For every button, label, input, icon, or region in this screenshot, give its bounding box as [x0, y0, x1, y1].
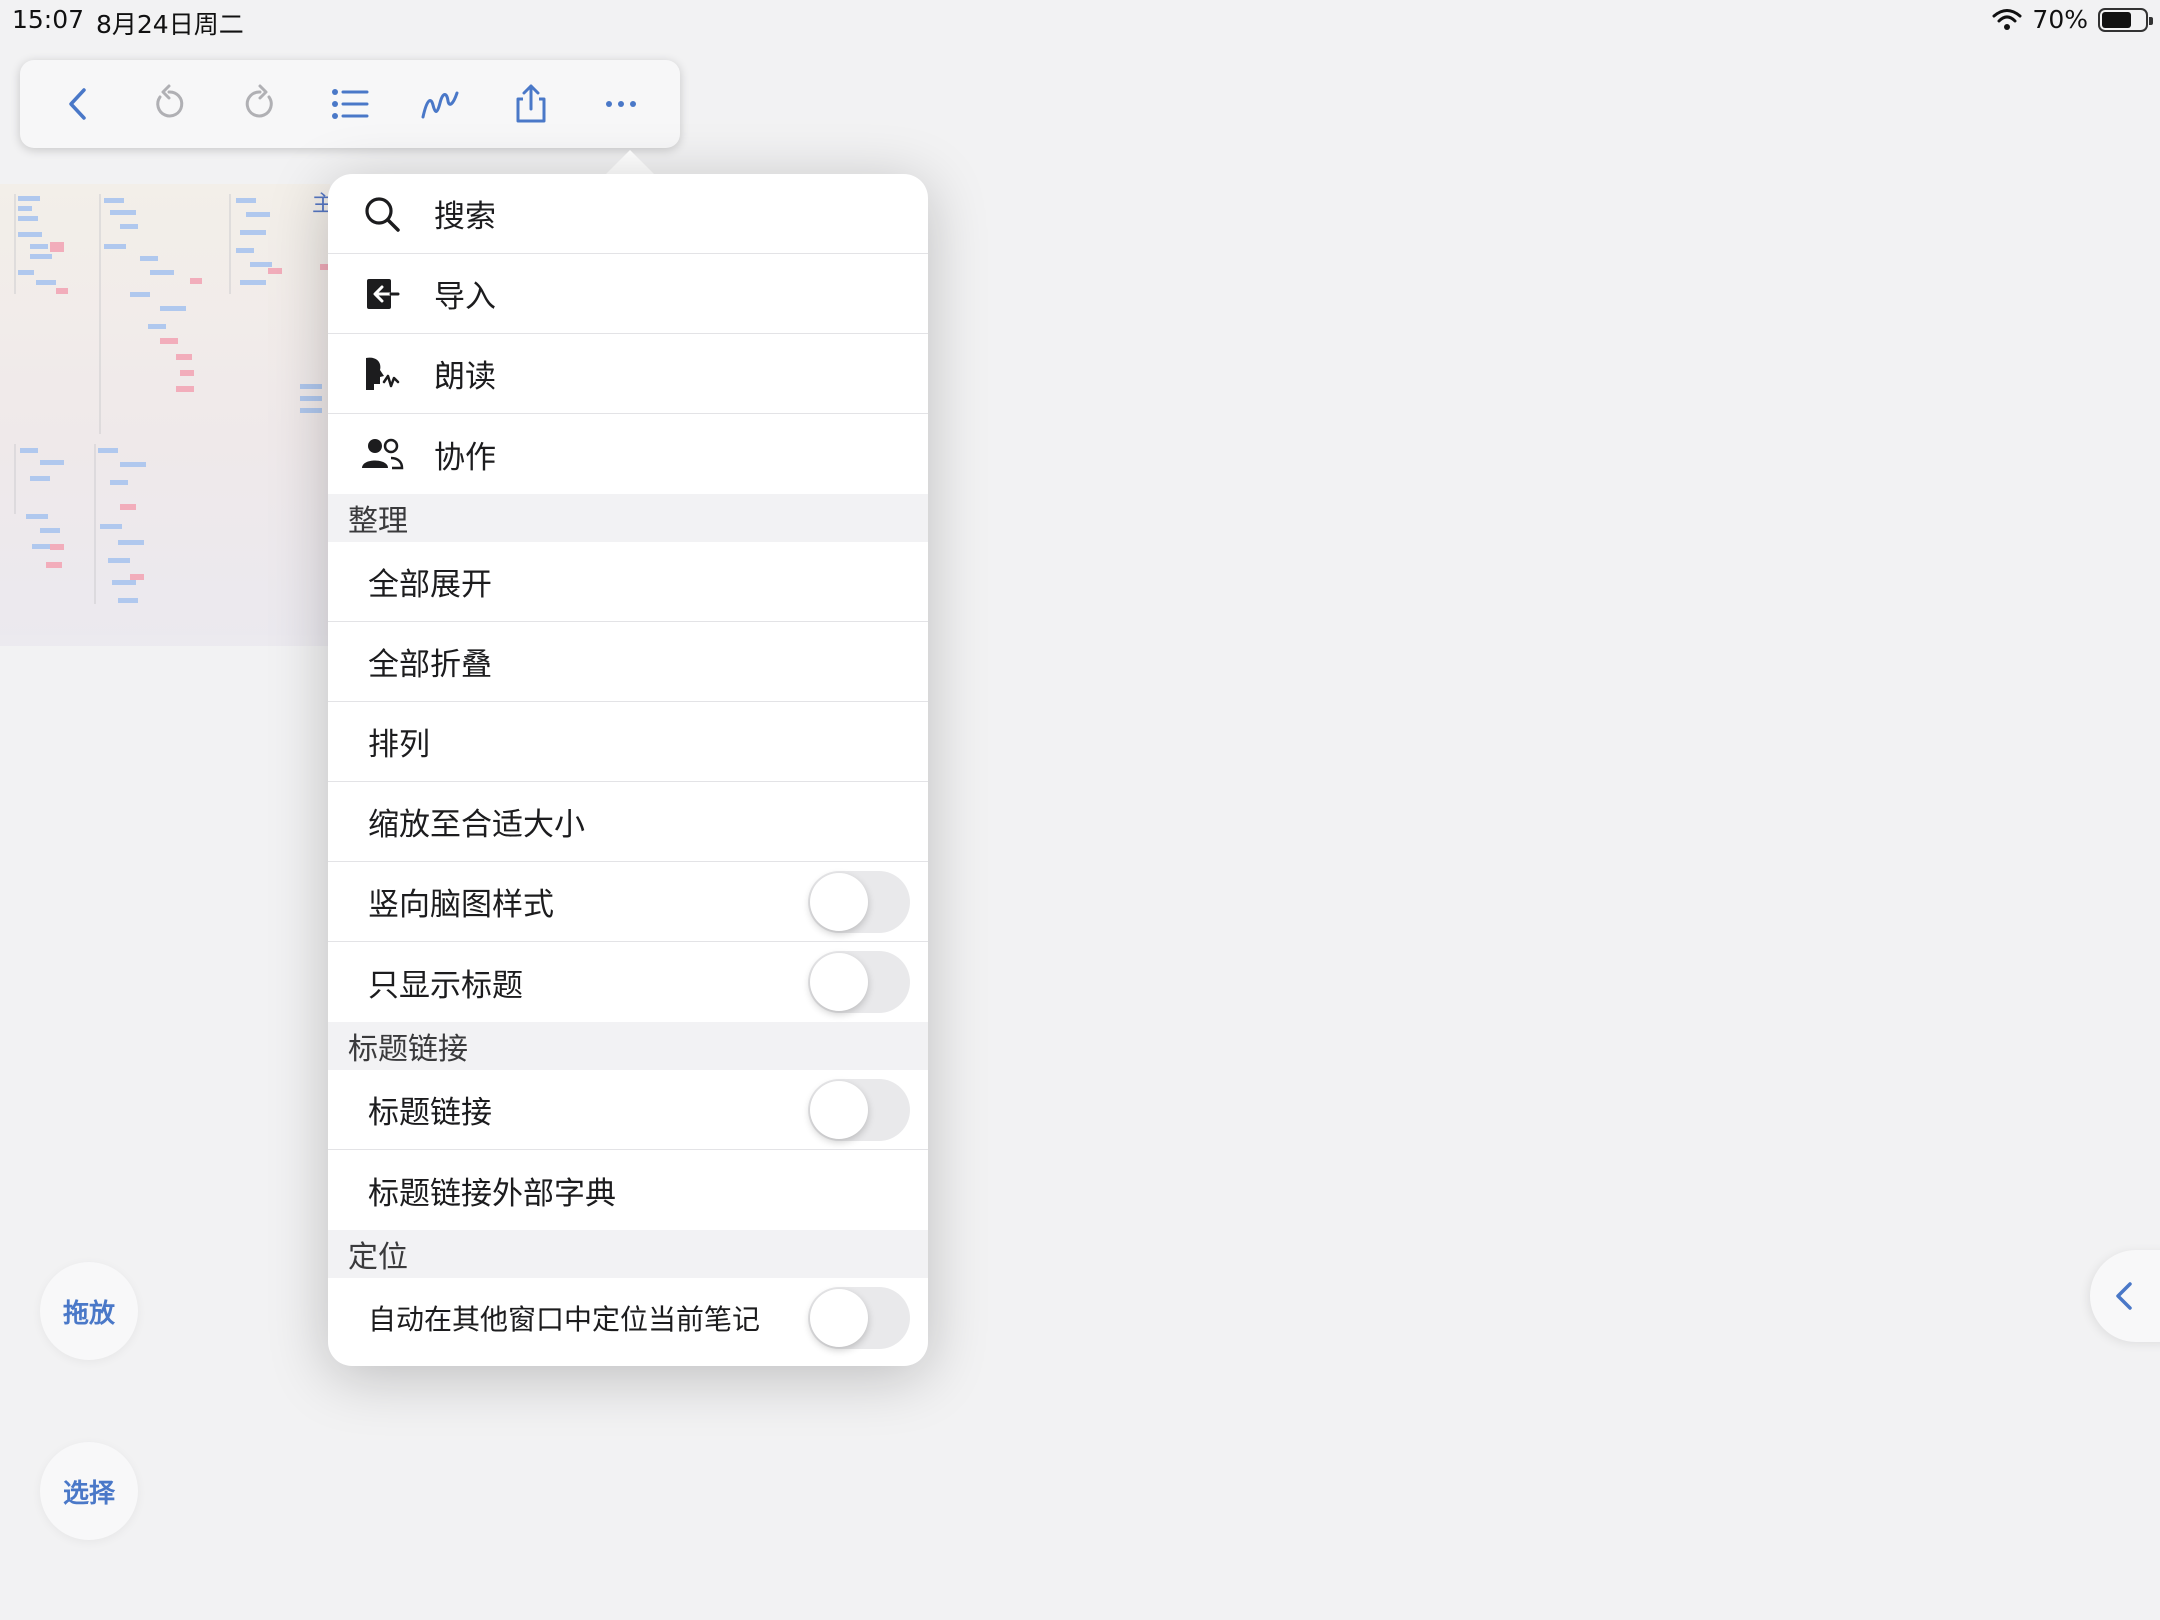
share-button[interactable]	[496, 69, 566, 139]
top-toolbar	[20, 60, 680, 148]
undo-button[interactable]	[134, 69, 204, 139]
outline-list-icon	[331, 89, 369, 119]
status-right: 70%	[1992, 5, 2153, 34]
status-time: 15:07	[12, 5, 85, 34]
battery-percent: 70%	[2032, 5, 2088, 34]
status-date: 8月24日周二	[96, 10, 244, 39]
menu-item-read-aloud[interactable]: 朗读	[328, 334, 928, 414]
menu-item-label: 标题链接	[368, 1095, 492, 1131]
titles-only-toggle[interactable]	[808, 951, 910, 1013]
redo-icon	[245, 84, 273, 118]
drag-drop-button[interactable]: 拖放	[40, 1262, 138, 1360]
mindmap-preview	[14, 194, 330, 604]
menu-item-collapse-all[interactable]: 全部折叠	[328, 622, 928, 702]
status-bar: 15:07 8月24日周二 70%	[0, 0, 2160, 40]
battery-fill	[2102, 11, 2132, 28]
read-aloud-icon	[360, 352, 404, 396]
collaborate-icon	[360, 432, 404, 476]
menu-item-titles-only: 只显示标题	[328, 942, 928, 1022]
select-button[interactable]: 选择	[40, 1442, 138, 1540]
import-icon	[360, 272, 404, 316]
menu-item-arrange[interactable]: 排列	[328, 702, 928, 782]
menu-item-label: 全部展开	[368, 567, 492, 603]
chevron-left-icon	[2116, 1282, 2132, 1310]
pen-icon	[421, 91, 459, 119]
menu-item-vertical-style: 竖向脑图样式	[328, 862, 928, 942]
vertical-style-toggle[interactable]	[808, 870, 910, 933]
menu-item-label: 全部折叠	[368, 647, 492, 683]
more-icon	[605, 101, 636, 107]
more-menu-popover: 搜索 导入 朗读 协作 整理 全部展开 全部折叠 排列 缩放至合适大小 竖向脑图…	[328, 174, 928, 1366]
menu-item-import[interactable]: 导入	[328, 254, 928, 334]
section-header-locate: 定位	[328, 1230, 928, 1278]
select-label: 选择	[62, 1478, 115, 1509]
menu-item-zoom-to-fit[interactable]: 缩放至合适大小	[328, 782, 928, 862]
undo-icon	[156, 84, 184, 118]
back-button[interactable]	[44, 69, 114, 139]
wifi-icon	[1992, 8, 2022, 30]
side-panel-toggle[interactable]	[2090, 1250, 2160, 1342]
menu-item-label: 竖向脑图样式	[368, 887, 554, 923]
share-icon	[516, 84, 546, 123]
menu-item-expand-all[interactable]: 全部展开	[328, 542, 928, 622]
menu-item-title-link: 标题链接	[328, 1070, 928, 1150]
menu-item-external-dictionary[interactable]: 标题链接外部字典	[328, 1150, 928, 1230]
menu-item-label: 导入	[434, 279, 496, 315]
menu-item-label: 只显示标题	[368, 967, 523, 1004]
menu-item-label: 搜索	[434, 199, 496, 235]
outline-button[interactable]	[315, 69, 385, 139]
menu-item-auto-locate: 自动在其他窗口中定位当前笔记	[328, 1278, 928, 1358]
search-icon	[360, 192, 404, 236]
menu-item-search[interactable]: 搜索	[328, 174, 928, 254]
section-header-organize: 整理	[328, 494, 928, 542]
drag-drop-label: 拖放	[62, 1298, 115, 1329]
menu-item-label: 排列	[368, 727, 430, 763]
menu-item-label: 缩放至合适大小	[368, 807, 585, 843]
mindmap-canvas[interactable]	[0, 184, 330, 646]
menu-item-label: 朗读	[434, 359, 496, 395]
title-link-toggle[interactable]	[808, 1078, 910, 1141]
more-button[interactable]	[586, 69, 656, 139]
popover-arrow	[604, 150, 656, 176]
section-header-title-link: 标题链接	[328, 1022, 928, 1070]
menu-item-label: 自动在其他窗口中定位当前笔记	[368, 1303, 761, 1336]
pen-button[interactable]	[405, 69, 475, 139]
menu-item-collaborate[interactable]: 协作	[328, 414, 928, 494]
back-icon	[69, 88, 86, 120]
menu-item-label: 协作	[434, 439, 496, 476]
auto-locate-toggle[interactable]	[808, 1287, 910, 1349]
redo-button[interactable]	[225, 69, 295, 139]
menu-item-label: 标题链接外部字典	[368, 1175, 616, 1212]
battery-icon	[2098, 7, 2153, 32]
